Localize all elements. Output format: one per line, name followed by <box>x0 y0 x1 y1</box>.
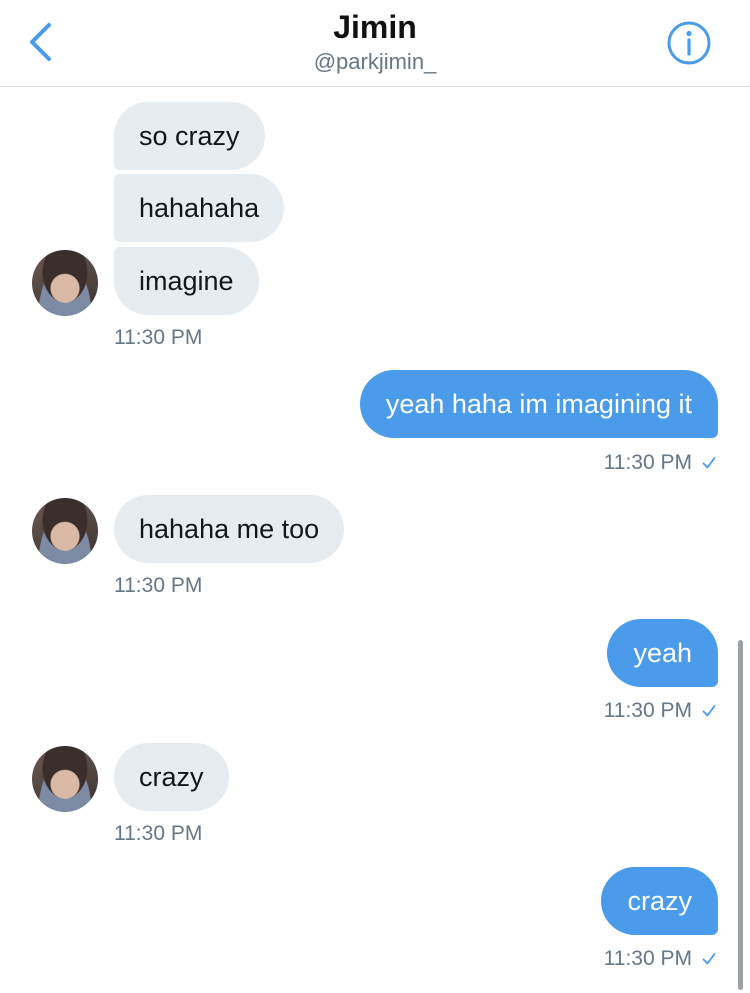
message-status: 11:30 PM <box>604 450 716 476</box>
outgoing-message-bubble[interactable]: crazy <box>601 867 718 935</box>
conversation-title[interactable]: Jimin <box>0 8 750 46</box>
info-icon <box>667 21 711 65</box>
avatar[interactable] <box>32 250 98 316</box>
incoming-message-bubble[interactable]: imagine <box>114 247 259 315</box>
incoming-message-bubble[interactable]: hahaha me too <box>114 495 345 563</box>
avatar[interactable] <box>32 498 98 564</box>
info-button[interactable] <box>666 20 712 66</box>
conversation-header: Jimin @parkjimin_ <box>0 0 750 87</box>
avatar[interactable] <box>32 746 98 812</box>
message-timestamp: 11:30 PM <box>114 574 203 597</box>
scrollbar[interactable] <box>738 640 743 990</box>
message-status: 11:30 PM <box>604 698 716 724</box>
incoming-message-bubble[interactable]: hahahaha <box>114 174 285 242</box>
conversation-handle[interactable]: @parkjimin_ <box>0 48 750 76</box>
checkmark-icon <box>702 457 716 469</box>
outgoing-message-bubble[interactable]: yeah <box>607 619 718 687</box>
message-timestamp: 11:30 PM <box>603 451 692 474</box>
message-timestamp: 11:30 PM <box>603 947 692 970</box>
message-timestamp: 11:30 PM <box>603 699 692 722</box>
header-title-block: Jimin @parkjimin_ <box>0 8 750 76</box>
message-timestamp: 11:30 PM <box>114 326 203 349</box>
outgoing-message-bubble[interactable]: yeah haha im imagining it <box>359 370 718 438</box>
message-timestamp: 11:30 PM <box>114 822 203 845</box>
dm-conversation-screen: Jimin @parkjimin_ so crazy hahahaha imag… <box>0 0 750 993</box>
message-status: 11:30 PM <box>604 946 716 972</box>
incoming-message-bubble[interactable]: so crazy <box>114 102 265 170</box>
checkmark-icon <box>702 953 716 965</box>
incoming-message-bubble[interactable]: crazy <box>114 743 229 811</box>
checkmark-icon <box>702 705 716 717</box>
